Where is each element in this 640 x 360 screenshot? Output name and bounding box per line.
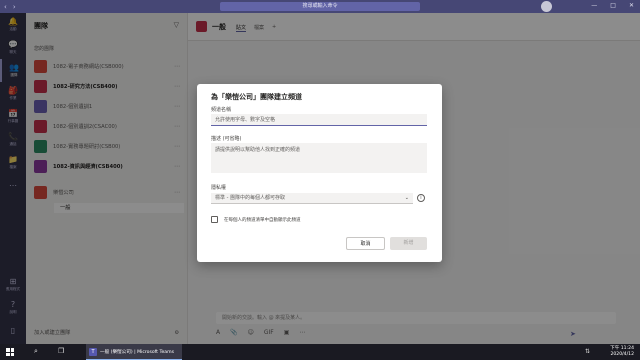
window-controls: — □ ✕ [591,2,634,9]
teams-logo-icon: T [89,347,97,356]
description-label: 描述 (可省略) [211,136,242,142]
cancel-button[interactable]: 取消 [346,237,385,250]
search-icon[interactable]: ⌕ [34,347,38,356]
dialog-title: 為「樂愷公司」團隊建立頻道 [211,93,302,101]
privacy-label: 隱私權 [211,185,227,191]
minimize-icon[interactable]: — [591,2,597,9]
close-icon[interactable]: ✕ [629,2,634,9]
task-view-icon[interactable]: ❐ [58,347,64,355]
maximize-icon[interactable]: □ [610,2,616,9]
network-icon[interactable]: ⇅ [585,348,590,355]
checkbox-label: 在每個人的頻道清單中自動顯示此頻道 [224,217,301,223]
channel-name-label: 頻道名稱 [211,107,232,113]
info-icon[interactable]: i [417,194,425,202]
clock[interactable]: 下午 11:24 2020/4/12 [610,346,634,358]
command-search-box[interactable]: 搜尋或輸入命令 [220,2,420,11]
avatar[interactable] [541,1,552,12]
channel-name-input[interactable]: 允許使用字母、數字及空格 [211,114,427,126]
chevron-down-icon: ⌄ [404,194,409,201]
forward-arrow-icon[interactable]: › [13,3,16,11]
auto-show-checkbox[interactable] [211,216,218,223]
description-input[interactable]: 請提供說明以幫助他人找到正確的頻道 [211,143,427,173]
privacy-select[interactable]: 標準 - 團隊中的每個人都可存取 ⌄ [211,193,413,204]
create-channel-dialog: 為「樂愷公司」團隊建立頻道 頻道名稱 允許使用字母、數字及空格 描述 (可省略)… [197,84,442,262]
add-button[interactable]: 新增 [390,237,427,250]
privacy-value: 標準 - 團隊中的每個人都可存取 [215,194,285,201]
back-arrow-icon[interactable]: ‹ [4,3,7,11]
taskbar: ⌕ ❐ T 一般 (樂愷公司) | Microsoft Teams ⇅ 下午 1… [0,344,640,360]
auto-show-checkbox-row: 在每個人的頻道清單中自動顯示此頻道 [211,216,301,223]
nav-arrows: ‹ › [4,3,16,11]
windows-start-icon[interactable] [6,348,14,356]
taskbar-app-label: 一般 (樂愷公司) | Microsoft Teams [100,349,174,355]
taskbar-teams-app[interactable]: T 一般 (樂愷公司) | Microsoft Teams [86,344,182,360]
title-bar: ‹ › 搜尋或輸入命令 — □ ✕ [0,0,640,13]
clock-date: 2020/4/12 [610,352,634,357]
